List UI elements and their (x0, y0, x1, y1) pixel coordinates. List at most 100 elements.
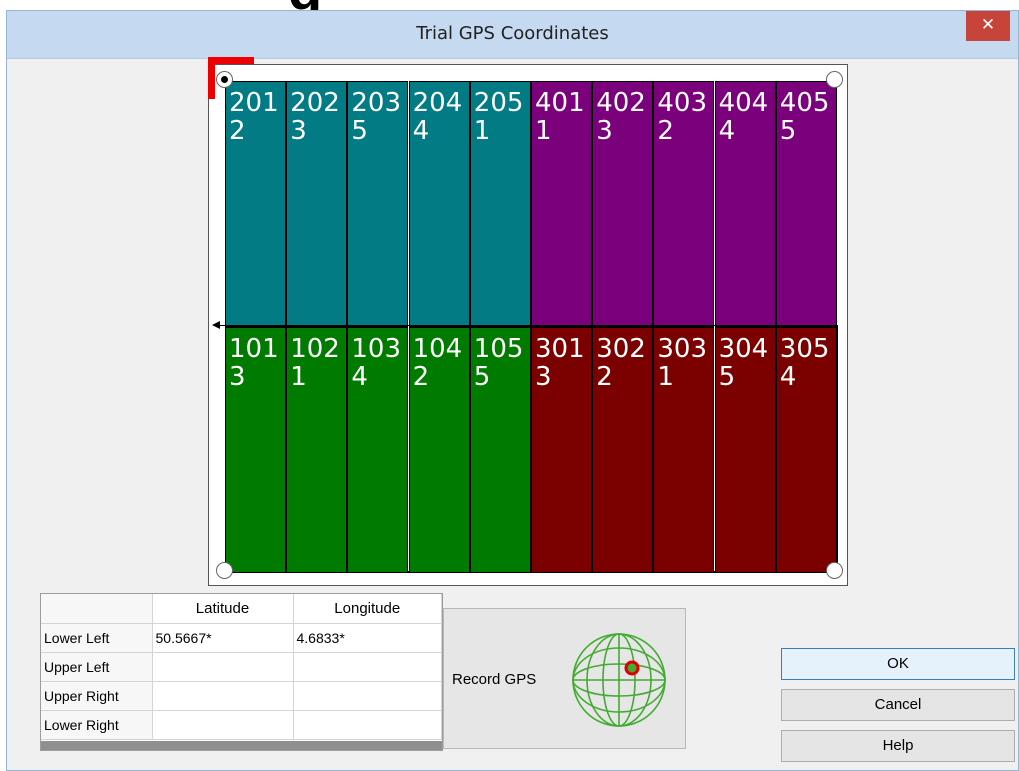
plot-cell-401[interactable]: 401 1 (531, 81, 592, 327)
corner-handle-lower-right[interactable] (826, 562, 843, 579)
plot-treatment: 1 (473, 116, 491, 146)
plot-treatment: 4 (351, 362, 368, 392)
plot-cell-104[interactable]: 104 2 (408, 327, 470, 573)
longitude-cell[interactable] (293, 681, 442, 711)
table-row: Lower Right (41, 710, 442, 740)
plot-number: 401 (535, 88, 585, 118)
table-row: Lower Left 50.5667* 4.6833* (41, 623, 442, 653)
plot-treatment: 5 (351, 116, 368, 146)
plot-number: 301 (535, 334, 585, 364)
latitude-header: Latitude (152, 594, 294, 624)
gps-coordinates-table: Latitude Longitude Lower Left 50.5667* 4… (40, 593, 443, 751)
row-label: Upper Right (41, 681, 153, 711)
cancel-button[interactable]: Cancel (781, 689, 1015, 721)
plot-cell-201[interactable]: 201 2 (225, 81, 286, 327)
plot-number: 203 (351, 88, 402, 118)
plot-treatment: 2 (596, 362, 613, 392)
plot-cell-403[interactable]: 403 2 (653, 81, 715, 327)
plot-cell-101[interactable]: 101 3 (225, 327, 286, 573)
longitude-header: Longitude (293, 594, 442, 624)
plot-treatment: 4 (779, 362, 797, 392)
horizontal-scrollbar[interactable] (41, 741, 442, 750)
corner-handle-lower-left[interactable] (216, 562, 233, 579)
table-corner-header (41, 594, 153, 624)
plot-cell-103[interactable]: 103 4 (347, 327, 409, 573)
plot-treatment: 1 (290, 362, 307, 392)
plot-number: 305 (779, 334, 830, 364)
help-button[interactable]: Help (781, 730, 1015, 762)
latitude-cell[interactable]: 50.5667* (152, 623, 294, 653)
plot-treatment: 3 (596, 116, 613, 146)
dialog-client-area: 201 2 202 3 203 5 204 4 205 1 401 1 402 3 403 2 404 4 405 5… (15, 57, 1015, 762)
plot-treatment: 3 (290, 116, 307, 146)
plot-number: 302 (596, 334, 646, 364)
plot-cell-204[interactable]: 204 4 (408, 81, 470, 327)
row-label: Lower Left (41, 623, 153, 653)
plot-treatment: 4 (718, 116, 736, 146)
plot-number: 101 (229, 334, 279, 364)
record-gps-button[interactable]: Record GPS (443, 608, 686, 749)
arrow-left-icon (212, 321, 220, 329)
plot-number: 202 (290, 88, 340, 118)
row-label: Lower Right (41, 710, 153, 740)
plot-number: 205 (473, 88, 524, 118)
plot-cell-301[interactable]: 301 3 (531, 327, 592, 573)
trial-gps-coordinates-dialog: Trial GPS Coordinates ✕ 201 2 202 3 203 5 204 4… (6, 10, 1019, 771)
plot-number: 403 (657, 88, 708, 118)
plot-treatment: 5 (779, 116, 797, 146)
latitude-cell[interactable] (152, 681, 294, 711)
plot-number: 204 (412, 88, 463, 118)
plot-number: 404 (718, 88, 769, 118)
dialog-title: Trial GPS Coordinates (416, 23, 609, 44)
longitude-cell[interactable] (293, 652, 442, 682)
plot-treatment: 1 (657, 362, 674, 392)
origin-corner-marker (208, 57, 254, 99)
plot-treatment: 4 (412, 116, 430, 146)
plot-cell-304[interactable]: 304 5 (714, 327, 776, 573)
plot-treatment: 2 (412, 362, 430, 392)
table-row: Upper Left (41, 652, 442, 682)
plot-cell-404[interactable]: 404 4 (714, 81, 776, 327)
row-label: Upper Left (41, 652, 153, 682)
plot-cell-402[interactable]: 402 3 (592, 81, 654, 327)
plot-number: 104 (412, 334, 463, 364)
plot-cell-405[interactable]: 405 5 (775, 81, 837, 327)
corner-handle-upper-right[interactable] (826, 71, 843, 88)
plot-layout-canvas[interactable]: 201 2 202 3 203 5 204 4 205 1 401 1 402 3 403 2 404 4 405 5… (208, 57, 848, 586)
title-bar[interactable]: Trial GPS Coordinates ✕ (7, 11, 1018, 59)
plot-number: 402 (596, 88, 646, 118)
latitude-cell[interactable] (152, 652, 294, 682)
plot-treatment: 1 (535, 116, 552, 146)
globe-icon (572, 633, 666, 727)
plot-treatment: 5 (718, 362, 736, 392)
table-row: Upper Right (41, 681, 442, 711)
layout-edge-line (837, 325, 838, 571)
plot-cell-203[interactable]: 203 5 (347, 81, 409, 327)
longitude-cell[interactable]: 4.6833* (293, 623, 442, 653)
longitude-cell[interactable] (293, 710, 442, 740)
plot-number: 103 (351, 334, 402, 364)
plot-cell-102[interactable]: 102 1 (286, 327, 348, 573)
plot-number: 304 (718, 334, 769, 364)
table-header-row: Latitude Longitude (41, 594, 442, 624)
close-icon: ✕ (980, 15, 996, 35)
plot-cell-205[interactable]: 205 1 (469, 81, 531, 327)
record-gps-label: Record GPS (452, 671, 537, 688)
plot-number: 405 (779, 88, 830, 118)
plot-grid: 201 2 202 3 203 5 204 4 205 1 401 1 402 3 403 2 404 4 405 5… (225, 81, 837, 573)
plot-cell-302[interactable]: 302 2 (592, 327, 654, 573)
close-button[interactable]: ✕ (966, 11, 1010, 41)
ok-button[interactable]: OK (781, 648, 1015, 680)
plot-cell-305[interactable]: 305 4 (775, 327, 837, 573)
plot-cell-105[interactable]: 105 5 (469, 327, 531, 573)
plot-number: 303 (657, 334, 708, 364)
direction-arrow (212, 321, 838, 329)
plot-cell-303[interactable]: 303 1 (653, 327, 715, 573)
plot-treatment: 2 (229, 116, 246, 146)
plot-cell-202[interactable]: 202 3 (286, 81, 348, 327)
plot-treatment: 3 (229, 362, 246, 392)
plot-treatment: 3 (535, 362, 552, 392)
plot-treatment: 5 (473, 362, 491, 392)
latitude-cell[interactable] (152, 710, 294, 740)
plot-number: 105 (473, 334, 524, 364)
